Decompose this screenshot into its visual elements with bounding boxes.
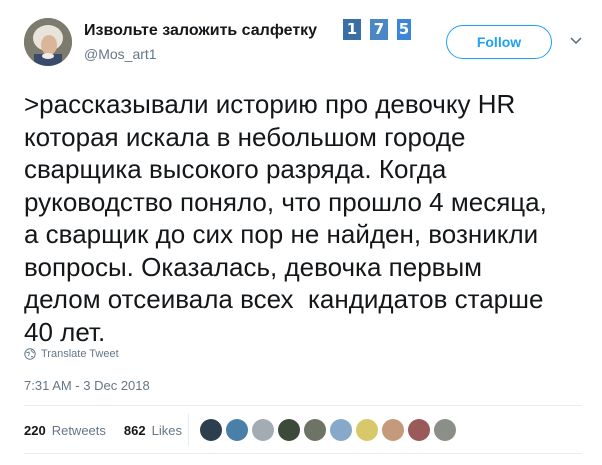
translate-tweet-link[interactable]: Translate Tweet [24, 347, 119, 361]
retweets-count[interactable]: 220 [24, 423, 46, 438]
liker-avatar[interactable] [304, 419, 326, 441]
liker-avatar[interactable] [226, 419, 248, 441]
liker-avatar[interactable] [408, 419, 430, 441]
avatar-image [24, 18, 72, 66]
divider [24, 453, 582, 454]
liker-avatars [200, 419, 456, 441]
retweets-label[interactable]: Retweets [52, 423, 106, 438]
likes-count[interactable]: 862 [124, 423, 146, 438]
globe-icon [24, 348, 36, 360]
stats-separator [188, 414, 189, 446]
liker-avatar[interactable] [330, 419, 352, 441]
divider [24, 405, 582, 406]
liker-avatar[interactable] [200, 419, 222, 441]
badge-2: 7 [370, 19, 388, 40]
liker-avatar[interactable] [382, 419, 404, 441]
liker-avatar[interactable] [278, 419, 300, 441]
user-handle[interactable]: @Mos_art1 [84, 46, 157, 62]
badge-1: 1 [343, 19, 361, 40]
liker-avatar[interactable] [434, 419, 456, 441]
tweet-text: >рассказывали историю про девочку HR кот… [24, 89, 547, 347]
badge-3: 5 [397, 19, 411, 40]
chevron-down-icon[interactable] [568, 34, 584, 48]
display-name[interactable]: Извольте заложить салфетку [84, 22, 317, 40]
liker-avatar[interactable] [356, 419, 378, 441]
liker-avatar[interactable] [252, 419, 274, 441]
timestamp[interactable]: 7:31 AM - 3 Dec 2018 [24, 378, 150, 393]
likes-label[interactable]: Likes [152, 423, 182, 438]
avatar[interactable] [24, 18, 72, 66]
translate-label: Translate Tweet [41, 348, 119, 360]
tweet-stats: 220 Retweets 862 Likes [24, 423, 182, 438]
follow-button[interactable]: Follow [446, 25, 552, 59]
